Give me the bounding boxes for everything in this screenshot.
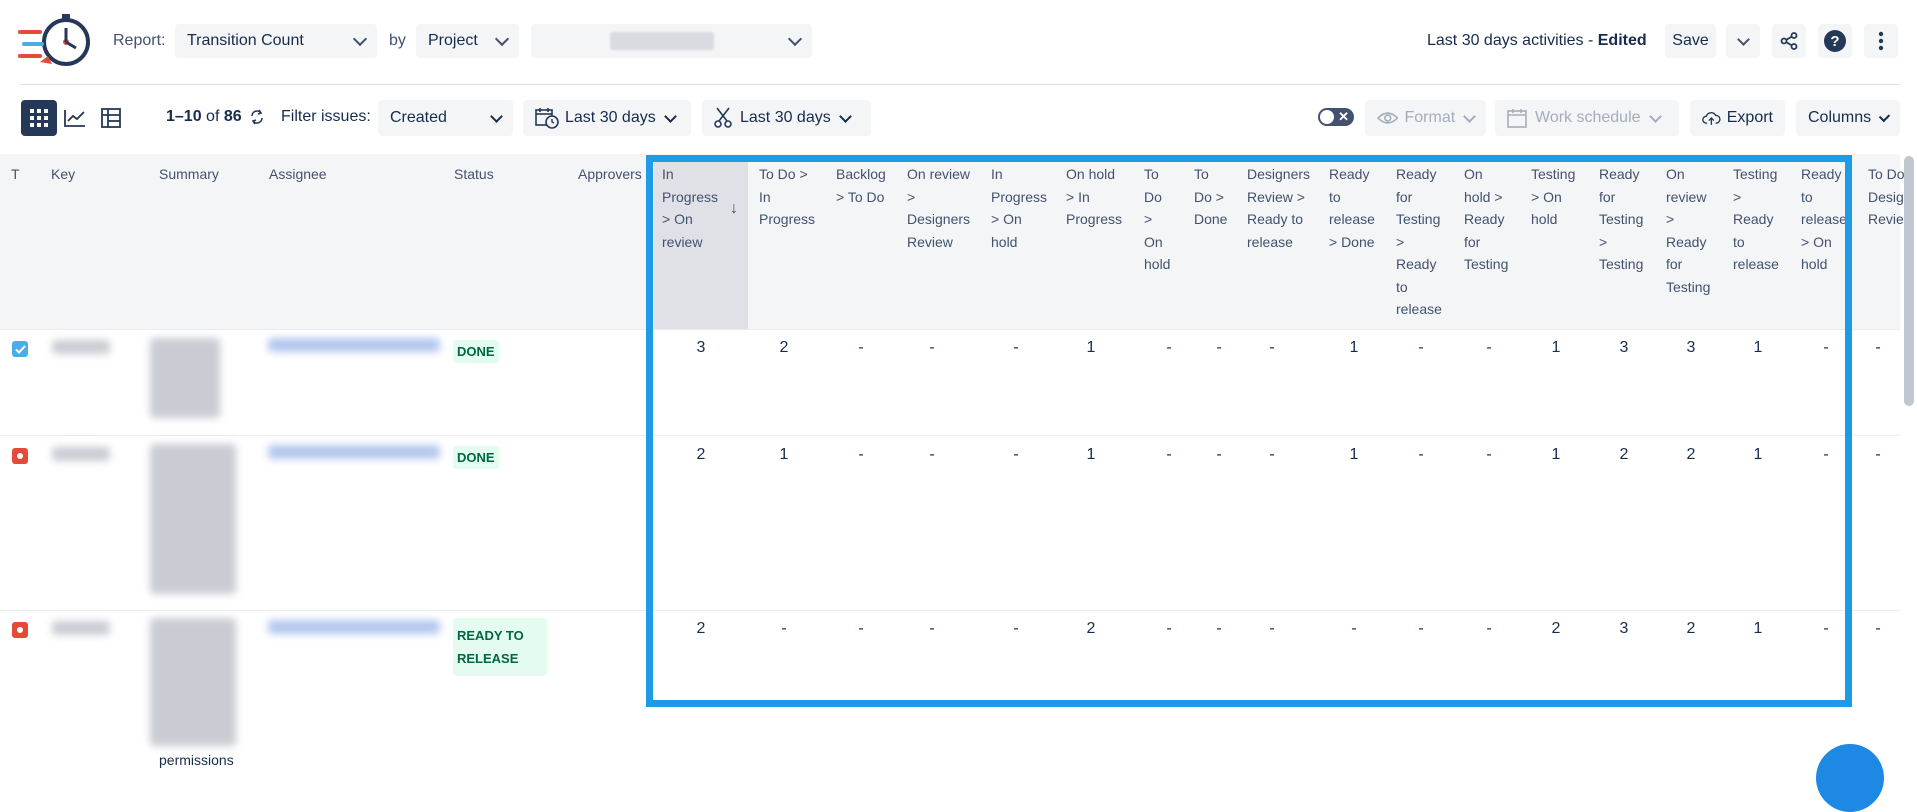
chevron-down-icon xyxy=(663,109,677,123)
app-logo xyxy=(18,12,92,72)
refresh-icon xyxy=(251,109,263,125)
by-label: by xyxy=(389,32,406,49)
share-button[interactable] xyxy=(1772,24,1806,58)
filter-issues-label: Filter issues: xyxy=(281,108,371,125)
help-button[interactable]: ? xyxy=(1818,24,1852,58)
scissors-icon xyxy=(714,107,732,128)
pagination-info: 1–10 of 86 xyxy=(166,108,242,125)
cloud-upload-icon xyxy=(1702,112,1721,125)
filter-issues-select[interactable]: Created xyxy=(378,100,513,136)
transition-date-select[interactable]: Last 30 days xyxy=(702,100,871,136)
chevron-down-icon xyxy=(1878,110,1891,122)
bug-type-icon xyxy=(12,448,28,464)
task-type-icon xyxy=(12,341,28,357)
calendar-icon xyxy=(1507,109,1527,128)
redacted-key xyxy=(52,621,110,635)
redacted-project xyxy=(609,32,714,50)
status-badge: DONE xyxy=(453,340,499,363)
toggle-knob xyxy=(1320,110,1334,124)
vertical-scrollbar[interactable] xyxy=(1904,156,1914,406)
report-type-value: Transition Count xyxy=(187,32,304,49)
bug-type-icon xyxy=(12,622,28,638)
edited-label: Edited xyxy=(1597,32,1647,49)
close-icon: ✕ xyxy=(1338,109,1349,124)
refresh-button[interactable] xyxy=(249,108,265,131)
format-button[interactable]: Format xyxy=(1365,100,1486,136)
eye-icon xyxy=(1377,112,1399,124)
more-vertical-icon xyxy=(1878,31,1884,51)
redacted-assignee xyxy=(268,338,440,352)
grid-view-button[interactable] xyxy=(21,100,57,136)
header-divider xyxy=(20,84,1900,85)
share-icon xyxy=(1780,32,1798,50)
more-menu-button[interactable] xyxy=(1864,24,1898,58)
export-button[interactable]: Export xyxy=(1690,100,1785,136)
chart-view-button[interactable] xyxy=(57,100,93,136)
status-badge: DONE xyxy=(453,446,499,469)
pivot-view-button[interactable] xyxy=(93,100,129,136)
column-header-approvers[interactable]: Approvers xyxy=(578,163,642,186)
redacted-summary xyxy=(150,338,220,418)
transition-columns-highlight xyxy=(646,155,1852,707)
export-label: Export xyxy=(1726,109,1773,126)
group-by-value: Project xyxy=(428,32,478,49)
pivot-table-icon xyxy=(101,108,121,128)
redacted-assignee xyxy=(268,620,440,634)
transition-count-cell[interactable]: - xyxy=(1858,339,1898,357)
help-icon: ? xyxy=(1824,30,1846,52)
column-header-type[interactable]: T xyxy=(11,163,20,186)
redacted-summary xyxy=(150,618,236,746)
save-options-button[interactable] xyxy=(1726,24,1760,58)
chevron-down-icon xyxy=(490,109,503,123)
redacted-key xyxy=(52,447,110,461)
chevron-down-icon xyxy=(494,31,510,47)
toggle-switch[interactable]: ✕ xyxy=(1318,108,1354,126)
column-header-status[interactable]: Status xyxy=(454,163,494,186)
report-label: Report: xyxy=(113,32,166,49)
save-button[interactable]: Save xyxy=(1665,24,1716,58)
format-label: Format xyxy=(1404,109,1456,126)
chevron-down-icon xyxy=(1463,109,1476,123)
redacted-key xyxy=(52,340,110,354)
date-range-value: Last 30 days xyxy=(565,109,656,126)
chevron-down-icon xyxy=(1648,109,1662,123)
chevron-down-icon xyxy=(352,31,368,47)
chevron-down-icon xyxy=(787,31,803,47)
group-by-select[interactable]: Project xyxy=(416,24,519,58)
redacted-assignee xyxy=(268,445,440,459)
columns-button[interactable]: Columns xyxy=(1796,100,1900,136)
summary-partial-text: permissions xyxy=(159,752,234,768)
report-type-select[interactable]: Transition Count xyxy=(175,24,377,58)
transition-date-value: Last 30 days xyxy=(740,109,831,126)
chevron-down-icon xyxy=(838,109,852,123)
grid-icon xyxy=(30,109,48,127)
columns-label: Columns xyxy=(1808,109,1872,126)
redacted-summary xyxy=(150,444,236,594)
column-header-key[interactable]: Key xyxy=(51,163,75,186)
chevron-down-icon xyxy=(1736,32,1750,46)
date-range-select[interactable]: Last 30 days xyxy=(523,100,691,136)
column-header-assignee[interactable]: Assignee xyxy=(269,163,327,186)
transition-count-cell[interactable]: - xyxy=(1858,620,1898,638)
help-chat-button[interactable] xyxy=(1816,744,1884,812)
project-select[interactable] xyxy=(531,24,812,58)
status-badge: READY TO RELEASE xyxy=(453,618,547,676)
work-schedule-button[interactable]: Work schedule xyxy=(1495,100,1679,136)
column-header-summary[interactable]: Summary xyxy=(159,163,219,186)
calendar-clock-icon xyxy=(535,108,559,129)
work-schedule-label: Work schedule xyxy=(1535,109,1641,126)
report-title: Last 30 days activities - Edited xyxy=(1427,32,1647,49)
svg-text:?: ? xyxy=(1830,33,1839,50)
filter-issues-value: Created xyxy=(390,109,447,126)
transition-count-cell[interactable]: - xyxy=(1858,446,1898,464)
line-chart-icon xyxy=(64,110,85,127)
